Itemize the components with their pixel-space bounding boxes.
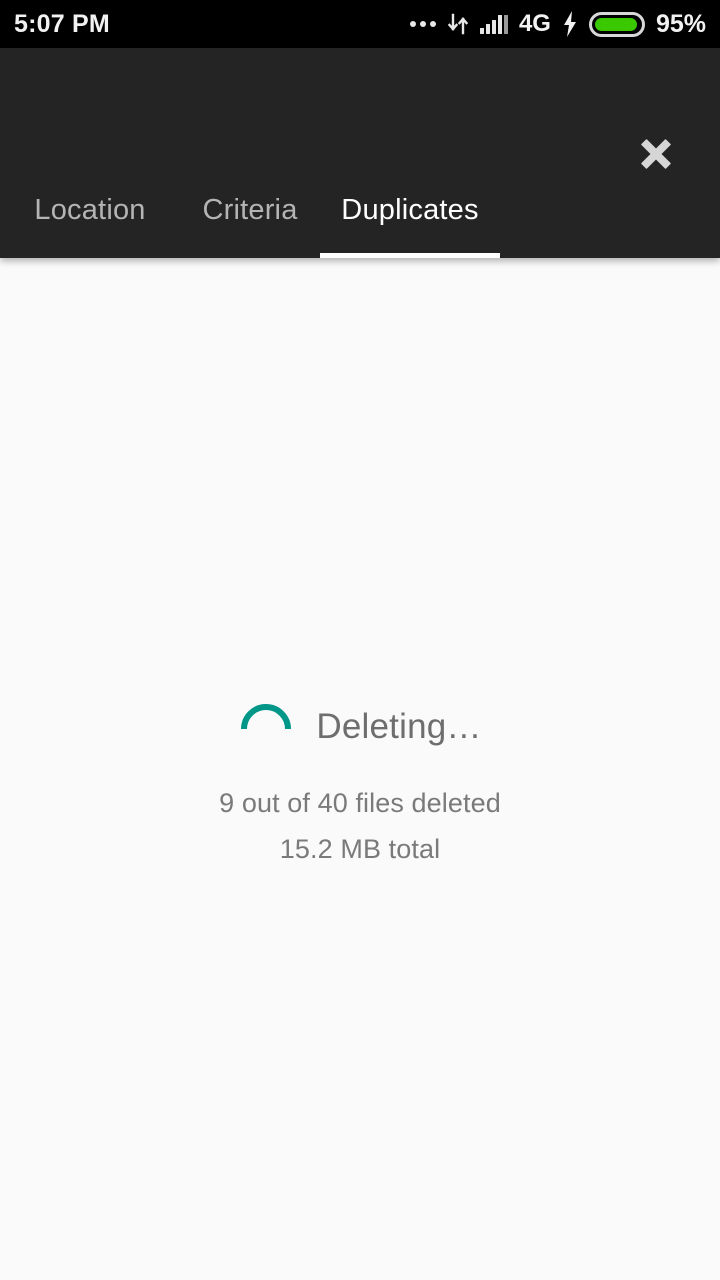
network-type-label: 4G [518, 10, 551, 37]
status-bar: 5:07 PM 4G 95% [0, 0, 720, 48]
app-header: Location Criteria Duplicates [0, 48, 720, 258]
data-transfer-arrows-icon [447, 12, 469, 36]
tab-location[interactable]: Location [0, 180, 180, 258]
delete-progress-panel: Deleting… 9 out of 40 files deleted 15.2… [0, 258, 720, 863]
progress-total-size: 15.2 MB total [279, 834, 441, 864]
tab-bar: Location Criteria Duplicates [0, 180, 720, 258]
battery-percent-label: 95% [655, 9, 706, 38]
tab-location-label: Location [34, 194, 146, 226]
battery-icon [588, 11, 645, 37]
tab-duplicates-label: Duplicates [341, 194, 479, 226]
tab-duplicates[interactable]: Duplicates [320, 180, 500, 258]
progress-headline: Deleting… [238, 698, 481, 754]
status-bar-clock: 5:07 PM [14, 9, 110, 38]
status-bar-icons: 4G 95% [409, 9, 706, 38]
tab-criteria[interactable]: Criteria [180, 180, 320, 258]
tab-criteria-label: Criteria [202, 194, 298, 226]
progress-file-count: 9 out of 40 files deleted [219, 788, 501, 818]
loading-spinner-icon [241, 704, 292, 730]
charging-bolt-icon [562, 11, 578, 37]
more-notifications-icon [409, 21, 436, 27]
app-screen: 5:07 PM 4G 95% Location Criteria Duplica… [0, 0, 720, 1280]
progress-title: Deleting… [316, 706, 482, 746]
content-area: Deleting… 9 out of 40 files deleted 15.2… [0, 258, 720, 1280]
signal-bars-icon [479, 14, 508, 34]
close-x-icon [641, 139, 671, 169]
